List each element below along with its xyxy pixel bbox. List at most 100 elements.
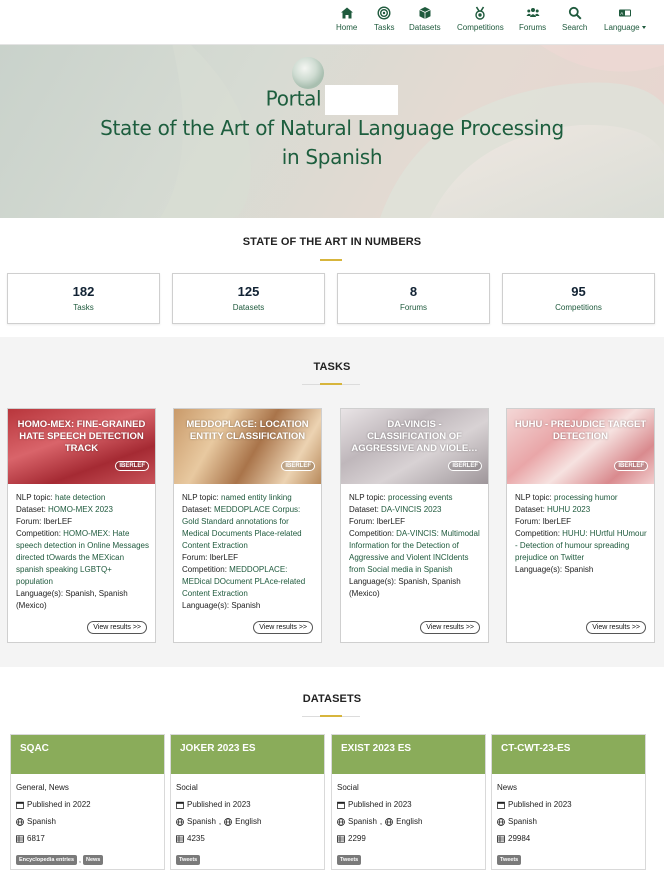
calendar-icon <box>176 801 184 809</box>
field-label: Dataset: <box>182 505 212 514</box>
tasks-section-title: TASKS <box>313 361 351 373</box>
dataset-size-row: 4235 <box>176 834 205 843</box>
dataset-domain: General, News <box>16 783 69 792</box>
field-label: Forum: <box>182 553 208 562</box>
nav-label: Tasks <box>374 23 395 32</box>
dataset-link[interactable]: HOMO-MEX 2023 <box>48 505 113 514</box>
dataset-tags: Tweets <box>497 855 522 865</box>
nav-home[interactable]: Home <box>336 6 357 32</box>
dataset-published-row: Published in 2022 <box>16 800 91 809</box>
stat-label: Tasks <box>73 303 94 312</box>
task-card[interactable]: DA-VINCIS - CLASSIFICATION OF AGGRESSIVE… <box>340 408 489 643</box>
nav-label: Forums <box>519 23 547 32</box>
nav-forums[interactable]: Forums <box>519 6 546 32</box>
dataset-name[interactable]: CT-CWT-23-ES <box>492 735 645 774</box>
stat-card-forums[interactable]: 8 Forums <box>337 273 490 324</box>
topic-link[interactable]: processing events <box>388 493 452 502</box>
field-label: Competition: <box>16 529 61 538</box>
dataset-name[interactable]: JOKER 2023 ES <box>171 735 324 774</box>
topic-link[interactable]: named entity linking <box>221 493 292 502</box>
view-results-button[interactable]: View results >> <box>253 621 313 634</box>
nav-language[interactable]: A Language <box>604 6 646 32</box>
stat-card-competitions[interactable]: 95 Competitions <box>502 273 655 324</box>
task-title[interactable]: HOMO-MEX: FINE-GRAINED HATE SPEECH DETEC… <box>14 419 149 455</box>
stat-value: 182 <box>72 284 95 299</box>
tag-badge[interactable]: Encyclopedia entries <box>16 855 78 865</box>
dataset-card[interactable]: EXIST 2023 ES Social Published in 2023 S… <box>331 734 486 870</box>
portal-label: Portal <box>265 86 322 111</box>
medal-icon <box>475 6 486 20</box>
stat-card-datasets[interactable]: 125 Datasets <box>172 273 325 324</box>
dataset-card[interactable]: SQAC General, News Published in 2022 Spa… <box>10 734 165 870</box>
forum-value: IberLEF <box>209 553 239 562</box>
task-image: MEDDOPLACE: LOCATION ENTITY CLASSIFICATI… <box>174 409 321 484</box>
dataset-language: Spanish <box>348 817 377 826</box>
stat-card-tasks[interactable]: 182 Tasks <box>7 273 160 324</box>
task-title[interactable]: HUHU - PREJUDICE TARGET DETECTION <box>513 419 648 443</box>
nav-label: Datasets <box>409 23 441 32</box>
task-card[interactable]: HUHU - PREJUDICE TARGET DETECTION IBERLE… <box>506 408 655 643</box>
forum-badge: IBERLEF <box>281 461 315 471</box>
languages-value: Spanish <box>564 565 594 574</box>
dataset-languages-row: Spanish <box>16 817 56 826</box>
dataset-published: Published in 2023 <box>508 800 572 809</box>
home-icon <box>340 7 353 19</box>
nav-datasets[interactable]: Datasets <box>409 6 441 32</box>
dataset-published: Published in 2023 <box>348 800 412 809</box>
topic-link[interactable]: hate detection <box>55 493 105 502</box>
forum-value: IberLEF <box>43 517 73 526</box>
topic-link[interactable]: processing humor <box>554 493 618 502</box>
field-label: Forum: <box>515 517 541 526</box>
tag-badge[interactable]: Tweets <box>337 855 362 865</box>
nav-tasks[interactable]: Tasks <box>374 6 394 32</box>
language-dropdown[interactable]: Language <box>604 23 646 32</box>
tag-badge[interactable]: News <box>82 855 104 865</box>
tag-separator: , <box>79 856 81 864</box>
redacted-box <box>325 85 399 115</box>
nav-label: Home <box>336 23 358 32</box>
task-title[interactable]: DA-VINCIS - CLASSIFICATION OF AGGRESSIVE… <box>347 419 482 455</box>
view-results-button[interactable]: View results >> <box>420 621 480 634</box>
chevron-down-icon <box>641 26 646 30</box>
dataset-size-row: 29984 <box>497 834 530 843</box>
nav-competitions[interactable]: Competitions <box>457 6 504 32</box>
dataset-link[interactable]: DA-VINCIS 2023 <box>381 505 441 514</box>
dataset-name[interactable]: SQAC <box>11 735 164 774</box>
languages-value: Spanish <box>231 601 261 610</box>
dataset-language: Spanish <box>508 817 537 826</box>
table-icon <box>16 834 24 843</box>
dataset-link[interactable]: HUHU 2023 <box>547 505 590 514</box>
stat-value: 95 <box>571 284 586 299</box>
dataset-name[interactable]: EXIST 2023 ES <box>332 735 485 774</box>
tag-badge[interactable]: Tweets <box>497 855 522 865</box>
view-results-button[interactable]: View results >> <box>586 621 646 634</box>
tag-badge[interactable]: Tweets <box>176 855 201 865</box>
cube-icon <box>419 7 431 19</box>
field-label: Dataset: <box>16 505 46 514</box>
task-details: NLP topic: named entity linking Dataset:… <box>182 492 315 612</box>
forum-badge: IBERLEF <box>614 461 648 471</box>
top-navbar: Home Tasks Datasets Competitions Forums … <box>0 0 664 45</box>
calendar-icon <box>337 801 345 809</box>
task-details: NLP topic: hate detection Dataset: HOMO-… <box>16 492 149 612</box>
svg-text:A: A <box>620 11 623 16</box>
dataset-tags: Tweets <box>176 855 201 865</box>
nav-search[interactable]: Search <box>562 6 587 32</box>
dataset-languages-row: Spanish, English <box>337 817 422 826</box>
dataset-size: 29984 <box>508 834 531 843</box>
dataset-card[interactable]: CT-CWT-23-ES News Published in 2023 Span… <box>491 734 646 870</box>
task-card[interactable]: HOMO-MEX: FINE-GRAINED HATE SPEECH DETEC… <box>7 408 156 643</box>
task-title[interactable]: MEDDOPLACE: LOCATION ENTITY CLASSIFICATI… <box>180 419 315 443</box>
dataset-card[interactable]: JOKER 2023 ES Social Published in 2023 S… <box>170 734 325 870</box>
globe-icon <box>16 817 24 826</box>
dataset-language: English <box>396 817 423 826</box>
numbers-section-title: STATE OF THE ART IN NUMBERS <box>242 236 422 248</box>
dataset-published-row: Published in 2023 <box>337 800 412 809</box>
task-card[interactable]: MEDDOPLACE: LOCATION ENTITY CLASSIFICATI… <box>173 408 322 643</box>
view-results-button[interactable]: View results >> <box>87 621 147 634</box>
dataset-languages-row: Spanish, English <box>176 817 261 826</box>
field-label: Language(s): <box>515 565 563 574</box>
dataset-published: Published in 2022 <box>27 800 91 809</box>
field-label: Language(s): <box>182 601 230 610</box>
dataset-size: 6817 <box>27 834 45 843</box>
